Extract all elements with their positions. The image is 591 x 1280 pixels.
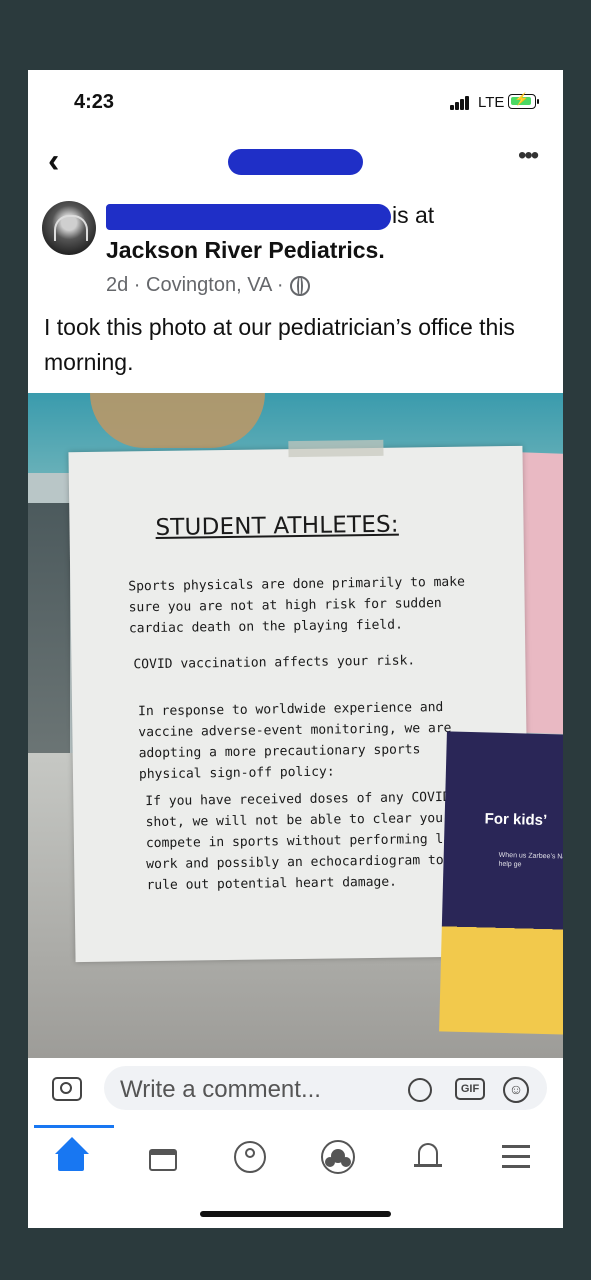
- phone-screen: 4:23 LTE ⚡ ‹ ••• is at Jackson River Ped…: [28, 70, 563, 1228]
- comment-placeholder: Write a comment...: [120, 1076, 321, 1103]
- active-tab-indicator: [34, 1125, 114, 1128]
- sticker-icon[interactable]: [408, 1078, 432, 1102]
- home-icon[interactable]: [54, 1137, 94, 1175]
- post-caption: I took this photo at our pediatrician’s …: [44, 314, 515, 375]
- sign-paragraph: In response to worldwide experience and …: [137, 699, 452, 783]
- flyer: For kids’ When us Zarbee’s Natur help ge: [439, 731, 563, 1035]
- status-bar: 4:23 LTE ⚡: [28, 70, 563, 136]
- sign-paragraph: If you have received doses of any COVID …: [145, 789, 467, 894]
- battery-icon: ⚡: [508, 92, 536, 109]
- profile-icon[interactable]: [232, 1139, 272, 1175]
- flyer-title: For kids’: [484, 810, 548, 830]
- post-header: is at Jackson River Pediatrics. 2d · Cov…: [28, 192, 563, 302]
- post-meta-text: 2d · Covington, VA ·: [106, 274, 284, 296]
- more-options-icon[interactable]: •••: [518, 142, 539, 170]
- sign-paragraph: COVID vaccination affects your risk.: [133, 653, 416, 673]
- candy-jar: [90, 393, 265, 448]
- comment-bar: Write a comment... GIF ☺: [28, 1058, 563, 1118]
- camera-icon[interactable]: [52, 1077, 82, 1101]
- place-link[interactable]: Jackson River Pediatrics.: [106, 237, 385, 264]
- post-meta: 2d · Covington, VA ·: [106, 274, 310, 297]
- emoji-icon[interactable]: ☺: [503, 1077, 529, 1103]
- checkin-text: is at: [392, 202, 435, 228]
- globe-icon: [289, 275, 310, 296]
- sign-title: STUDENT ATHLETES:: [155, 511, 399, 541]
- avatar[interactable]: [42, 201, 96, 255]
- redacted-author-name: [106, 204, 391, 230]
- groups-icon[interactable]: [320, 1139, 360, 1175]
- gif-icon[interactable]: GIF: [455, 1078, 485, 1100]
- back-icon[interactable]: ‹: [48, 144, 59, 178]
- tab-bar: [28, 1125, 563, 1185]
- network-label: LTE: [478, 94, 505, 111]
- flyer-small-text: When us Zarbee’s Natur help ge: [498, 851, 563, 869]
- status-time: 4:23: [74, 91, 115, 113]
- nav-bar: ‹ •••: [28, 136, 563, 192]
- marketplace-icon[interactable]: [146, 1139, 186, 1175]
- post-photo[interactable]: STUDENT ATHLETES: Sports physicals are d…: [28, 393, 563, 1058]
- sign-paragraph: Sports physicals are done primarily to m…: [128, 574, 465, 637]
- signal-icon: [450, 96, 470, 110]
- home-indicator: [200, 1211, 391, 1217]
- redacted-title: [228, 149, 363, 175]
- menu-icon[interactable]: [498, 1139, 538, 1175]
- notifications-bell-icon[interactable]: [410, 1139, 450, 1175]
